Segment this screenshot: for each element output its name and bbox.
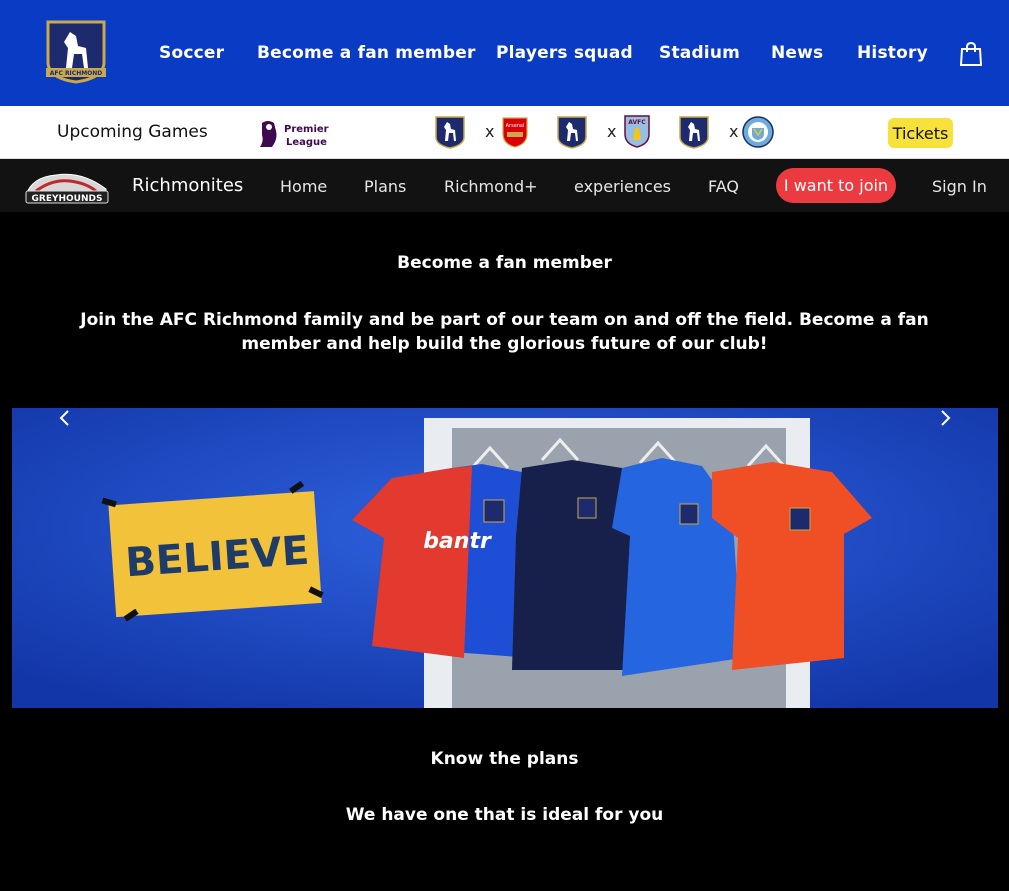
versus-label: x bbox=[607, 122, 617, 141]
chevron-right-icon[interactable] bbox=[935, 408, 955, 428]
subnav-plans[interactable]: Plans bbox=[364, 177, 406, 196]
hero-carousel[interactable]: BELIEVE bantr bbox=[12, 408, 998, 708]
nav-history[interactable]: History bbox=[857, 43, 928, 63]
arsenal-crest-icon: Arsenal bbox=[502, 117, 528, 148]
subnav-home[interactable]: Home bbox=[280, 177, 327, 196]
richmond-crest-icon bbox=[557, 116, 587, 149]
greyhounds-logo[interactable]: GREYHOUNDS bbox=[22, 167, 112, 205]
nav-become-fan-member[interactable]: Become a fan member bbox=[257, 43, 476, 63]
nav-stadium[interactable]: Stadium bbox=[659, 43, 740, 63]
secondary-navigation: GREYHOUNDS Richmonites Home Plans Richmo… bbox=[0, 159, 1009, 212]
join-button[interactable]: I want to join bbox=[776, 168, 896, 203]
brand-name: Richmonites bbox=[132, 175, 244, 196]
upcoming-games-bar: Upcoming Games Premier League x Arsenal … bbox=[0, 106, 1009, 159]
svg-text:AVFC: AVFC bbox=[628, 119, 646, 126]
richmond-crest-icon bbox=[435, 116, 465, 149]
tickets-button[interactable]: Tickets bbox=[888, 118, 953, 148]
match-manchester-city[interactable]: x bbox=[677, 114, 777, 150]
svg-text:Arsenal: Arsenal bbox=[506, 123, 525, 129]
versus-label: x bbox=[729, 122, 739, 141]
shopping-bag-icon[interactable] bbox=[958, 41, 984, 67]
subnav-faq[interactable]: FAQ bbox=[708, 177, 739, 196]
subnav-richmond-plus[interactable]: Richmond+ bbox=[444, 177, 538, 196]
match-arsenal[interactable]: x Arsenal bbox=[433, 114, 533, 150]
plans-subtitle: We have one that is ideal for you bbox=[345, 805, 664, 825]
premier-league-logo[interactable]: Premier League bbox=[256, 117, 330, 151]
nav-players-squad[interactable]: Players squad bbox=[496, 43, 633, 63]
upcoming-games-label: Upcoming Games bbox=[57, 122, 208, 142]
carousel-slide-image: BELIEVE bantr bbox=[12, 408, 998, 708]
aston-villa-crest-icon: AVFC bbox=[624, 115, 650, 148]
page-title: Become a fan member bbox=[397, 253, 612, 273]
subnav-experiences[interactable]: experiences bbox=[574, 177, 671, 196]
plans-title: Know the plans bbox=[430, 749, 579, 769]
versus-label: x bbox=[485, 122, 495, 141]
richmond-crest-icon bbox=[679, 116, 709, 149]
svg-text:League: League bbox=[286, 137, 327, 148]
manchester-city-crest-icon bbox=[742, 116, 774, 148]
svg-text:Premier: Premier bbox=[284, 124, 329, 135]
intro-text: Join the AFC Richmond family and be part… bbox=[80, 310, 929, 354]
chevron-left-icon[interactable] bbox=[55, 408, 75, 428]
sign-in-link[interactable]: Sign In bbox=[932, 177, 987, 196]
match-aston-villa[interactable]: x AVFC bbox=[555, 114, 655, 150]
svg-text:bantr: bantr bbox=[423, 529, 492, 554]
svg-text:GREYHOUNDS: GREYHOUNDS bbox=[32, 194, 103, 204]
nav-news[interactable]: News bbox=[771, 43, 823, 63]
nav-soccer[interactable]: Soccer bbox=[159, 43, 224, 63]
top-navigation: AFC RICHMOND Soccer Become a fan member … bbox=[0, 0, 1009, 106]
